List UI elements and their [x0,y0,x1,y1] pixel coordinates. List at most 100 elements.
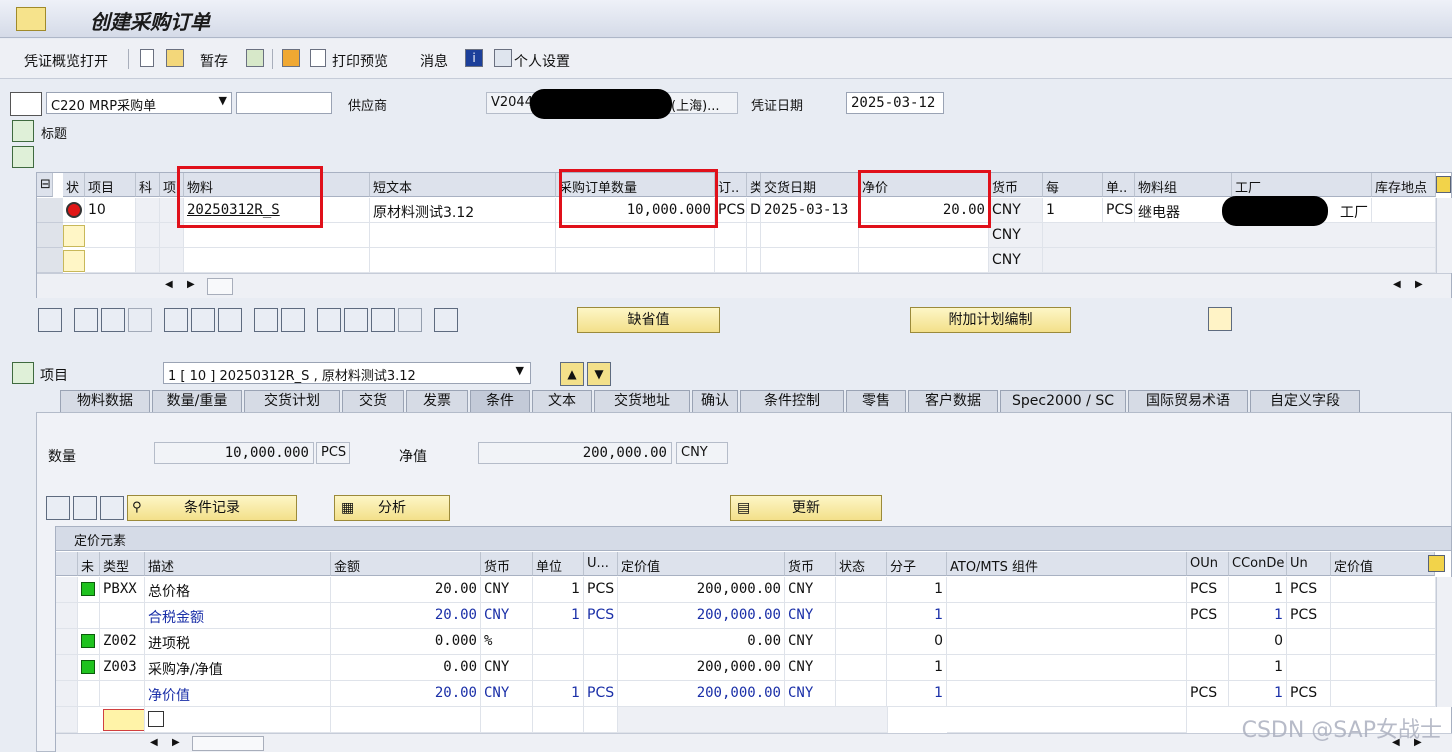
previous-item-icon[interactable]: ▲ [560,362,584,386]
tab-spec2000[interactable]: Spec2000 / SC [1000,390,1126,412]
currency-cell[interactable]: CNY [481,655,533,681]
item-number[interactable]: 10 [85,198,136,223]
per-cell[interactable] [533,629,584,655]
scroll-right-icon[interactable]: ▶ [172,737,180,748]
sort-descending-icon[interactable] [344,308,368,332]
description-cell[interactable]: 合税金额 [145,603,331,629]
un-cell[interactable]: PCS [1287,603,1331,629]
net-price-cell[interactable] [859,248,989,273]
condition-record-button[interactable]: ⚲ 条件记录 [127,495,297,521]
acct-cat-cell[interactable] [136,223,160,248]
un-cell[interactable] [1287,629,1331,655]
date-cat-cell[interactable] [747,223,761,248]
status-cell[interactable] [78,577,100,603]
scroll-left-icon[interactable]: ◀ [150,737,158,748]
cond-type-cell[interactable] [100,681,145,707]
delete-condition-icon[interactable] [100,496,124,520]
row-selector[interactable] [37,223,63,248]
oun-cell[interactable]: PCS [1187,681,1229,707]
row-selector[interactable] [56,629,78,655]
tab-retail[interactable]: 零售 [846,390,906,412]
analysis-button[interactable]: ▦ 分析 [334,495,450,521]
item-number[interactable] [85,248,136,273]
currency-2-cell[interactable]: CNY [785,681,836,707]
paste-row-icon[interactable] [128,308,152,332]
scroll-left-icon[interactable]: ◀ [165,279,173,290]
tab-custom-fields[interactable]: 自定义字段 [1250,390,1360,412]
condition-value-cell[interactable]: 200,000.00 [618,577,785,603]
document-type-select[interactable]: C220 MRP采购单 ▼ [46,92,232,114]
date-cat-cell[interactable] [747,248,761,273]
cond-type-entry[interactable] [100,707,145,733]
expand-header-icon[interactable] [12,120,34,142]
material-cell[interactable] [184,248,370,273]
row-selector[interactable] [56,603,78,629]
personal-settings-button[interactable]: 个人设置 [514,51,570,71]
currency-cell[interactable]: CNY [481,577,533,603]
uom-cell[interactable] [584,655,618,681]
info-icon[interactable]: i [465,49,483,67]
uom-cell[interactable] [584,629,618,655]
status-cell[interactable] [63,250,85,272]
refresh-icon[interactable] [1208,307,1232,331]
description-cell[interactable]: 进项税 [145,629,331,655]
description-cell[interactable]: 采购净/净值 [145,655,331,681]
column-settings-icon[interactable] [1436,176,1451,193]
per-entry[interactable] [533,707,584,733]
tab-material-data[interactable]: 物料数据 [60,390,150,412]
description-cell[interactable]: 净价值 [145,681,331,707]
tab-quantity-weight[interactable]: 数量/重量 [152,390,242,412]
tab-invoice[interactable]: 发票 [406,390,468,412]
calculator-icon[interactable] [281,308,305,332]
cond-type-cell[interactable]: Z003 [100,655,145,681]
new-document-icon[interactable] [140,49,154,67]
check-icon[interactable] [246,49,264,67]
ccon-cell[interactable]: 1 [1229,681,1287,707]
uom-cell[interactable]: PCS [584,681,618,707]
tab-delivery-schedule[interactable]: 交货计划 [244,390,340,412]
print-preview-icon[interactable] [310,49,326,67]
horizontal-scrollbar[interactable]: ◀ ▶ ◀ ▶ [37,273,1451,298]
delivery-date-cell[interactable] [761,248,859,273]
short-text-cell[interactable] [370,248,556,273]
unit-cell[interactable]: PCS [1103,198,1135,223]
numerator-cell[interactable]: 1 [887,681,947,707]
currency-2-cell[interactable]: CNY [785,629,836,655]
vertical-scrollbar[interactable] [1436,198,1452,273]
amount-entry[interactable] [331,707,481,733]
split-icon[interactable] [254,308,278,332]
order-unit-cell[interactable]: PCS [715,198,747,223]
un-cell[interactable]: PCS [1287,681,1331,707]
unlock-icon[interactable] [218,308,242,332]
storage-location-cell[interactable] [1372,198,1436,223]
row-selector[interactable] [37,248,63,273]
tab-incoterms[interactable]: 国际贸易术语 [1128,390,1248,412]
filter-icon[interactable] [371,308,395,332]
status-cell[interactable] [63,225,85,247]
numerator-cell[interactable]: 1 [887,603,947,629]
tab-conditions[interactable]: 条件 [470,390,530,412]
next-item-icon[interactable]: ▼ [587,362,611,386]
uom-entry[interactable] [584,707,618,733]
currency-cell[interactable]: CNY [989,198,1043,223]
messages-button[interactable]: 消息 [420,51,448,71]
other-document-icon[interactable] [166,49,184,67]
short-text-cell[interactable]: 原材料测试3.12 [370,198,556,223]
numerator-cell[interactable]: 0 [887,629,947,655]
document-date-field[interactable]: 2025-03-12 [846,92,944,114]
uom-cell[interactable]: PCS [584,577,618,603]
delivery-date-cell[interactable]: 2025-03-13 [761,198,859,223]
extra-planning-button[interactable]: 附加计划编制 [910,307,1071,333]
print-preview-button[interactable]: 打印预览 [332,51,388,71]
oun-cell[interactable]: PCS [1187,577,1229,603]
currency-2-cell[interactable]: CNY [785,655,836,681]
cond-type-cell[interactable]: Z002 [100,629,145,655]
currency-2-cell[interactable]: CNY [785,603,836,629]
currency-cell[interactable]: CNY [481,681,533,707]
hold-button[interactable]: 暂存 [200,51,228,71]
scroll-thumb[interactable] [192,736,264,751]
status-cell[interactable] [78,681,100,707]
currency-cell[interactable]: CNY [989,248,1043,273]
tab-customer-data[interactable]: 客户数据 [908,390,998,412]
item-cat-cell[interactable] [160,248,184,273]
